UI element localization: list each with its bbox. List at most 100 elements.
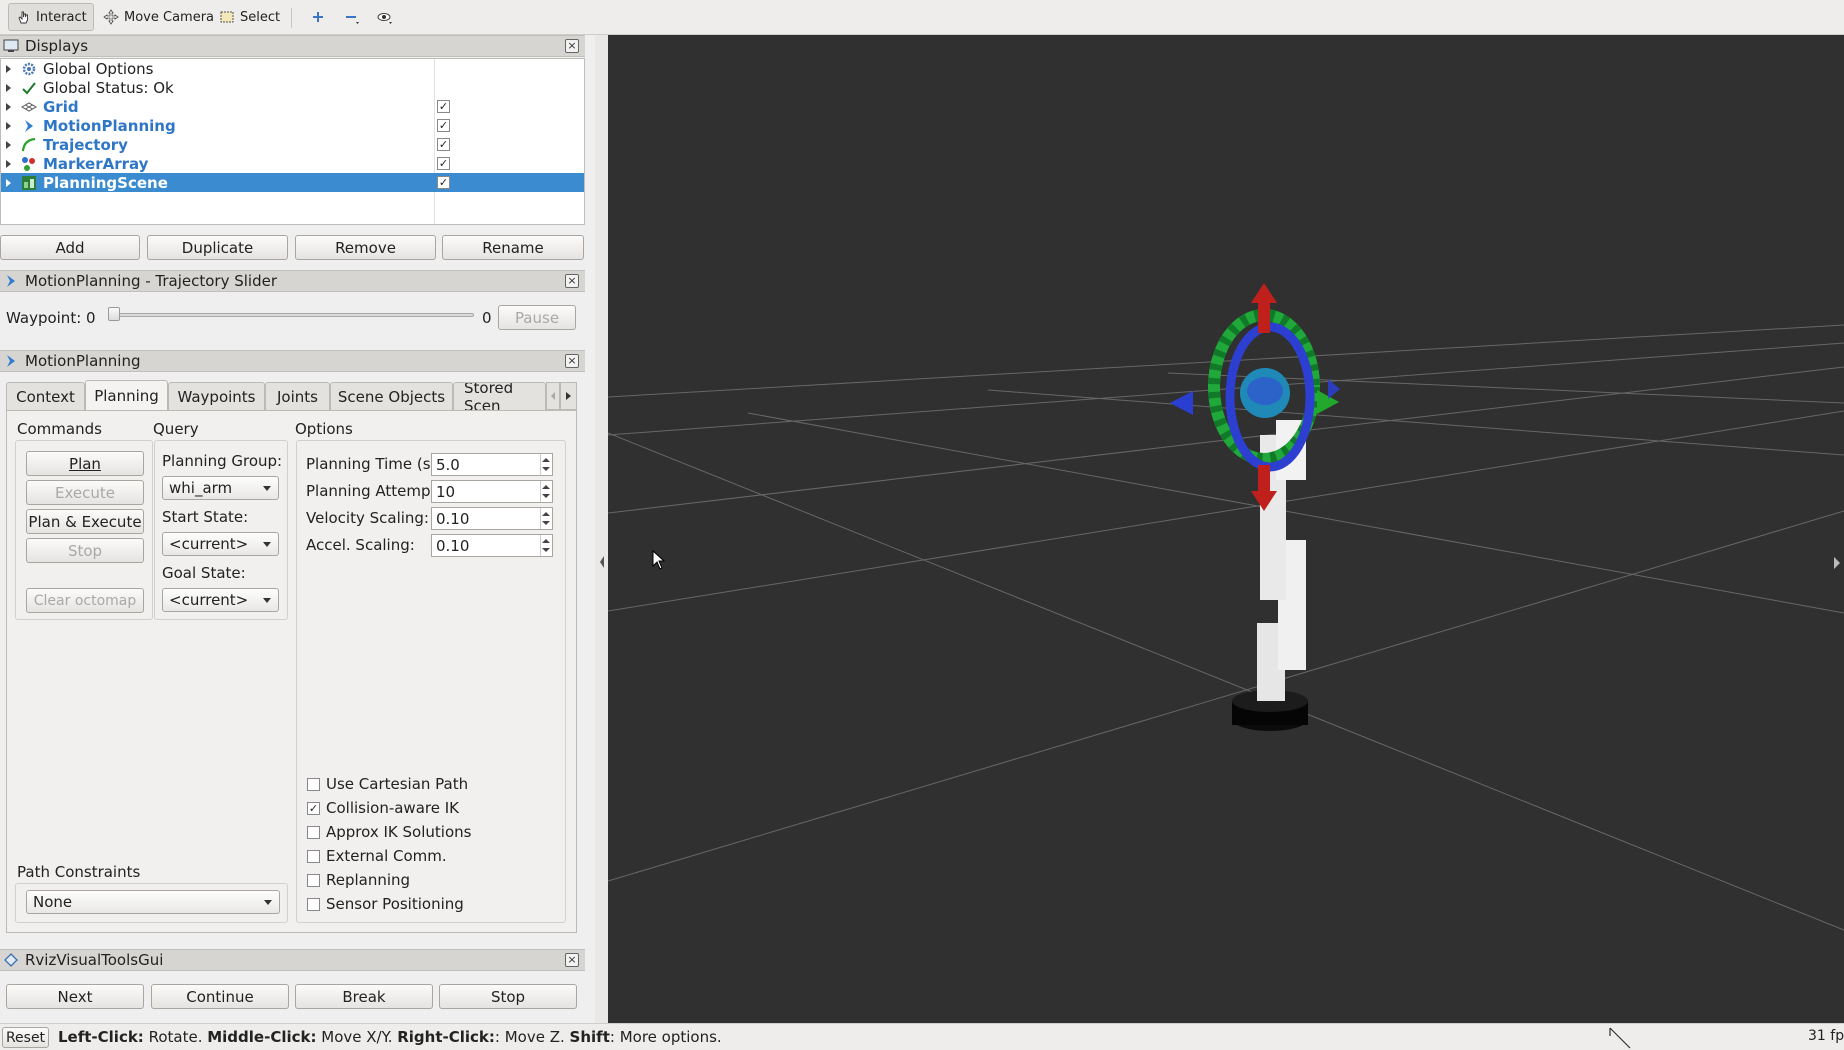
planning-attempts-spinbox[interactable]: 10: [431, 480, 553, 503]
tree-item-markerarray[interactable]: MarkerArray ✓: [1, 154, 584, 173]
tree-item-grid[interactable]: Grid ✓: [1, 97, 584, 116]
stop-button[interactable]: Stop: [439, 984, 577, 1009]
expand-arrow-icon[interactable]: [6, 102, 11, 111]
approx-ik-solutions-checkbox[interactable]: [307, 826, 320, 839]
select-tool-button[interactable]: Select: [212, 3, 287, 31]
expand-arrow-icon[interactable]: [6, 178, 11, 187]
tab-context[interactable]: Context: [6, 382, 85, 410]
motionplanning-enabled-checkbox[interactable]: ✓: [437, 119, 450, 132]
next-button[interactable]: Next: [6, 984, 144, 1009]
spin-up-icon[interactable]: [542, 485, 550, 489]
execute-button[interactable]: Execute: [26, 480, 144, 505]
rviz-visual-tools-close-icon[interactable]: ×: [565, 953, 579, 967]
break-button[interactable]: Break: [295, 984, 433, 1009]
expand-arrow-icon[interactable]: [6, 121, 11, 130]
select-label: Select: [240, 9, 281, 25]
use-cartesian-path-label: Use Cartesian Path: [326, 775, 469, 793]
spin-down-icon[interactable]: [542, 467, 550, 471]
goal-state-select[interactable]: <current>: [162, 588, 279, 612]
trajectory-enabled-checkbox[interactable]: ✓: [437, 138, 450, 151]
trajectory-slider-close-icon[interactable]: ×: [565, 274, 579, 288]
tree-item-global-status[interactable]: Global Status: Ok: [1, 78, 584, 97]
collision-aware-ik-label: Collision-aware IK: [326, 799, 459, 817]
plan-button[interactable]: Plan: [26, 451, 144, 476]
sensor-positioning-label: Sensor Positioning: [326, 895, 464, 913]
velocity-scaling-spinbox[interactable]: 0.10: [431, 507, 553, 530]
waypoint-slider-handle[interactable]: [108, 307, 120, 321]
waypoint-label: Waypoint: 0: [6, 309, 96, 327]
middle-click-desc: Move X/Y.: [316, 1028, 398, 1046]
spin-down-icon[interactable]: [542, 521, 550, 525]
tab-joints[interactable]: Joints: [265, 382, 330, 410]
splitter-arrow-icon: [600, 556, 604, 568]
3d-viewport[interactable]: [608, 35, 1844, 1023]
expand-arrow-icon[interactable]: [6, 83, 11, 92]
tab-waypoints[interactable]: Waypoints: [168, 382, 265, 410]
interact-tool-button[interactable]: Interact: [8, 3, 94, 31]
expand-arrow-icon[interactable]: [6, 159, 11, 168]
accel-scaling-spinbox[interactable]: 0.10: [431, 534, 553, 557]
goal-state-value: <current>: [169, 591, 249, 609]
markerarray-enabled-checkbox[interactable]: ✓: [437, 157, 450, 170]
tab-scroll-right-button[interactable]: [560, 382, 577, 410]
planning-time-spinbox[interactable]: 5.0: [431, 453, 553, 476]
dropdown-arrow-icon: [263, 598, 271, 603]
rviz-visual-tools-title: RvizVisualToolsGui: [25, 951, 164, 969]
marker-arrow-left[interactable]: [1170, 391, 1193, 415]
remove-tool-button[interactable]: [336, 3, 366, 31]
planningscene-enabled-checkbox[interactable]: ✓: [437, 176, 450, 189]
tab-planning[interactable]: Planning: [85, 380, 168, 411]
resize-grip-icon[interactable]: [1608, 1026, 1632, 1050]
expand-arrow-icon[interactable]: [6, 64, 11, 73]
tree-item-global-options[interactable]: Global Options: [1, 59, 584, 78]
move-camera-tool-button[interactable]: Move Camera: [96, 3, 221, 31]
rename-display-button[interactable]: Rename: [442, 235, 584, 260]
path-constraints-select[interactable]: None: [26, 890, 280, 914]
select-box-icon: [220, 11, 234, 23]
collision-aware-ik-checkbox[interactable]: ✓: [307, 802, 320, 815]
remove-display-button[interactable]: Remove: [295, 235, 436, 260]
displays-close-icon[interactable]: ×: [565, 39, 579, 53]
checkmark-icon: [22, 81, 36, 94]
tree-item-trajectory[interactable]: Trajectory ✓: [1, 135, 584, 154]
duplicate-display-button[interactable]: Duplicate: [147, 235, 288, 260]
right-panel-arrow-icon[interactable]: [1830, 556, 1844, 570]
planning-group-select[interactable]: whi_arm: [162, 476, 279, 500]
add-display-button[interactable]: Add: [0, 235, 140, 260]
expand-arrow-icon[interactable]: [6, 140, 11, 149]
waypoint-slider-track[interactable]: [112, 313, 474, 317]
tree-item-planningscene[interactable]: PlanningScene ✓: [1, 173, 584, 192]
chevron-left-icon: [551, 392, 555, 400]
spin-down-icon[interactable]: [542, 548, 550, 552]
panel-splitter[interactable]: [595, 35, 608, 1023]
sensor-positioning-checkbox[interactable]: [307, 898, 320, 911]
spin-up-icon[interactable]: [542, 512, 550, 516]
scene-render: [608, 283, 1844, 931]
accel-scaling-value: 0.10: [436, 536, 470, 555]
pause-button[interactable]: Pause: [498, 305, 576, 330]
replanning-checkbox[interactable]: [307, 874, 320, 887]
clear-octomap-button[interactable]: Clear octomap: [26, 588, 144, 613]
velocity-scaling-label: Velocity Scaling:: [306, 509, 429, 527]
marker-arrow-back[interactable]: [1328, 379, 1340, 399]
continue-button[interactable]: Continue: [151, 984, 289, 1009]
tab-stored-scenes[interactable]: Stored Scen: [453, 382, 546, 410]
tree-item-motionplanning[interactable]: MotionPlanning ✓: [1, 116, 584, 135]
reset-view-button[interactable]: Reset: [2, 1027, 49, 1048]
spin-down-icon[interactable]: [542, 494, 550, 498]
add-tool-button[interactable]: [303, 3, 333, 31]
grid-enabled-checkbox[interactable]: ✓: [437, 100, 450, 113]
spin-up-icon[interactable]: [542, 458, 550, 462]
tab-scroll-left-button[interactable]: [546, 382, 560, 410]
spin-up-icon[interactable]: [542, 539, 550, 543]
motion-planning-icon: [7, 275, 15, 287]
use-cartesian-path-checkbox[interactable]: [307, 778, 320, 791]
motion-planning-close-icon[interactable]: ×: [565, 354, 579, 368]
external-comm-checkbox[interactable]: [307, 850, 320, 863]
tree-item-label: Grid: [43, 97, 79, 116]
start-state-select[interactable]: <current>: [162, 532, 279, 556]
stop-planning-button[interactable]: Stop: [26, 538, 144, 563]
tab-scene-objects[interactable]: Scene Objects: [330, 382, 453, 410]
plan-and-execute-button[interactable]: Plan & Execute: [26, 509, 144, 534]
view-options-button[interactable]: [369, 3, 399, 31]
